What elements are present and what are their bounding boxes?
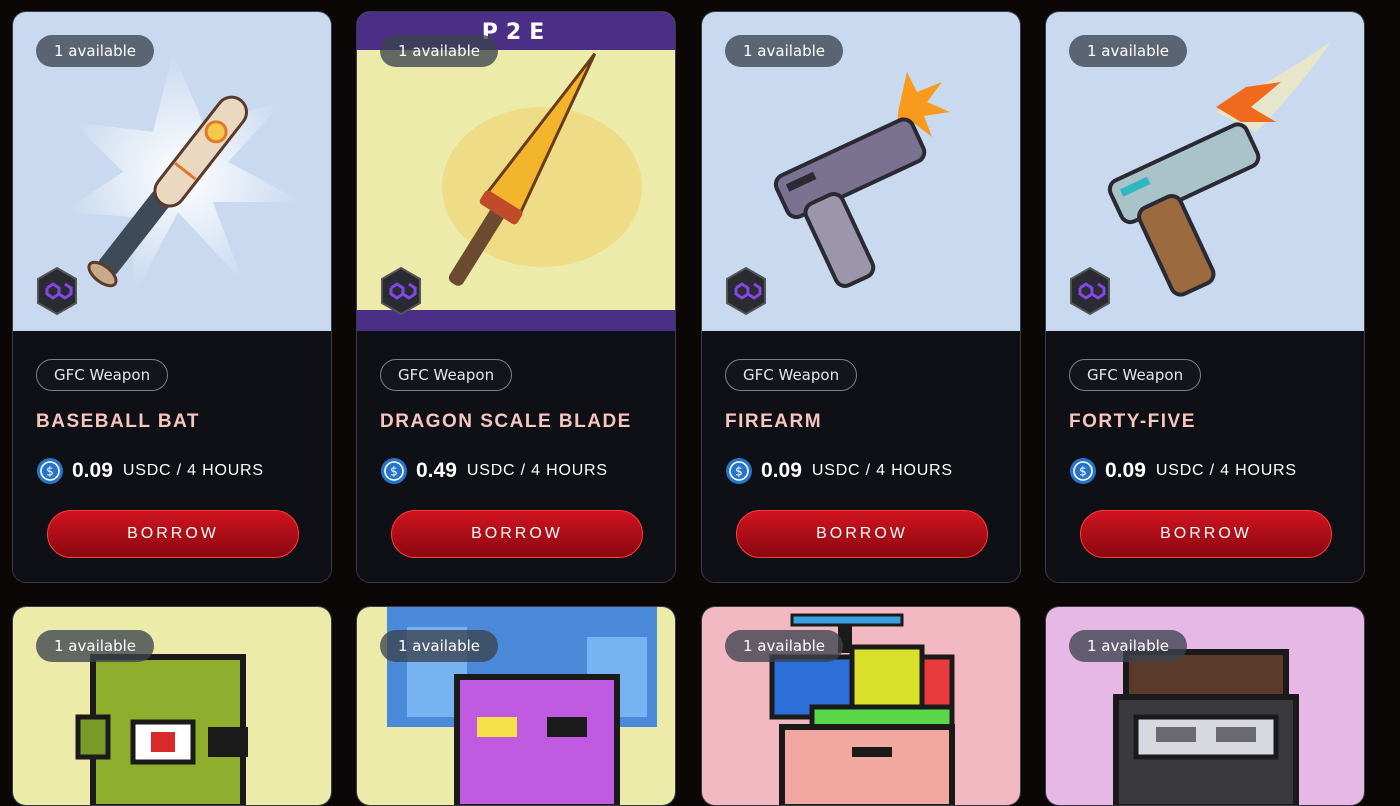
polygon-chain-icon <box>37 266 77 316</box>
availability-badge: 1 available <box>1069 35 1188 67</box>
item-artwork: 1 available <box>13 607 331 805</box>
item-artwork: 1 available <box>1046 12 1364 331</box>
item-name: BASEBALL BAT <box>36 411 201 432</box>
price-row: $ 0.09 USDC / 4 HOURS <box>1069 456 1297 486</box>
item-card[interactable]: P2E 1 available GFC Weapon DRAGON SCALE … <box>356 11 676 583</box>
availability-badge: 1 available <box>725 630 844 662</box>
price-amount: 0.09 <box>72 459 113 482</box>
item-name: FORTY-FIVE <box>1069 411 1196 432</box>
item-artwork: 1 available <box>702 607 1020 805</box>
category-tag[interactable]: GFC Weapon <box>380 359 513 391</box>
availability-badge: 1 available <box>725 35 844 67</box>
price-amount: 0.49 <box>416 459 457 482</box>
svg-text:$: $ <box>46 465 54 479</box>
item-artwork: 1 available <box>357 607 675 805</box>
polygon-chain-icon <box>726 266 766 316</box>
item-card[interactable]: 1 available <box>356 606 676 806</box>
borrow-button[interactable]: BORROW <box>1080 510 1332 558</box>
item-artwork: 1 available <box>702 12 1020 331</box>
item-card[interactable]: 1 available GFC Weapon FIREARM $ 0.09 US… <box>701 11 1021 583</box>
category-tag[interactable]: GFC Weapon <box>1069 359 1202 391</box>
item-artwork: P2E 1 available <box>357 12 675 331</box>
usdc-icon: $ <box>381 458 407 484</box>
polygon-chain-icon <box>381 266 421 316</box>
card-body: GFC Weapon BASEBALL BAT $ 0.09 USDC / 4 … <box>13 331 331 582</box>
svg-text:$: $ <box>390 465 398 479</box>
item-grid: 1 available GFC Weapon BASEBALL BAT $ 0.… <box>0 0 1400 806</box>
borrow-button[interactable]: BORROW <box>47 510 299 558</box>
item-card[interactable]: 1 available GFC Weapon BASEBALL BAT $ 0.… <box>12 11 332 583</box>
item-card[interactable]: 1 available <box>1045 606 1365 806</box>
availability-badge: 1 available <box>380 35 499 67</box>
polygon-chain-icon <box>1070 266 1110 316</box>
card-body: GFC Weapon FIREARM $ 0.09 USDC / 4 HOURS… <box>702 331 1020 582</box>
price-unit: USDC / 4 HOURS <box>1155 462 1297 479</box>
item-name: FIREARM <box>725 411 823 432</box>
item-card[interactable]: 1 available <box>12 606 332 806</box>
item-card[interactable]: 1 available GFC Weapon FORTY-FIVE $ 0.09… <box>1045 11 1365 583</box>
svg-text:$: $ <box>1079 465 1087 479</box>
price-unit: USDC / 4 HOURS <box>466 462 608 479</box>
borrow-button[interactable]: BORROW <box>736 510 988 558</box>
price-amount: 0.09 <box>1105 459 1146 482</box>
card-body: GFC Weapon DRAGON SCALE BLADE $ 0.49 USD… <box>357 331 675 582</box>
availability-badge: 1 available <box>380 630 499 662</box>
price-row: $ 0.09 USDC / 4 HOURS <box>725 456 953 486</box>
item-name: DRAGON SCALE BLADE <box>380 411 632 432</box>
item-artwork: 1 available <box>1046 607 1364 805</box>
availability-badge: 1 available <box>36 35 155 67</box>
item-card[interactable]: 1 available <box>701 606 1021 806</box>
category-tag[interactable]: GFC Weapon <box>725 359 858 391</box>
usdc-icon: $ <box>1070 458 1096 484</box>
card-body: GFC Weapon FORTY-FIVE $ 0.09 USDC / 4 HO… <box>1046 331 1364 582</box>
usdc-icon: $ <box>37 458 63 484</box>
price-row: $ 0.09 USDC / 4 HOURS <box>36 456 264 486</box>
price-unit: USDC / 4 HOURS <box>811 462 953 479</box>
availability-badge: 1 available <box>1069 630 1188 662</box>
category-tag[interactable]: GFC Weapon <box>36 359 169 391</box>
item-artwork: 1 available <box>13 12 331 331</box>
svg-text:$: $ <box>735 465 743 479</box>
usdc-icon: $ <box>726 458 752 484</box>
price-amount: 0.09 <box>761 459 802 482</box>
borrow-button[interactable]: BORROW <box>391 510 643 558</box>
availability-badge: 1 available <box>36 630 155 662</box>
price-row: $ 0.49 USDC / 4 HOURS <box>380 456 608 486</box>
price-unit: USDC / 4 HOURS <box>122 462 264 479</box>
